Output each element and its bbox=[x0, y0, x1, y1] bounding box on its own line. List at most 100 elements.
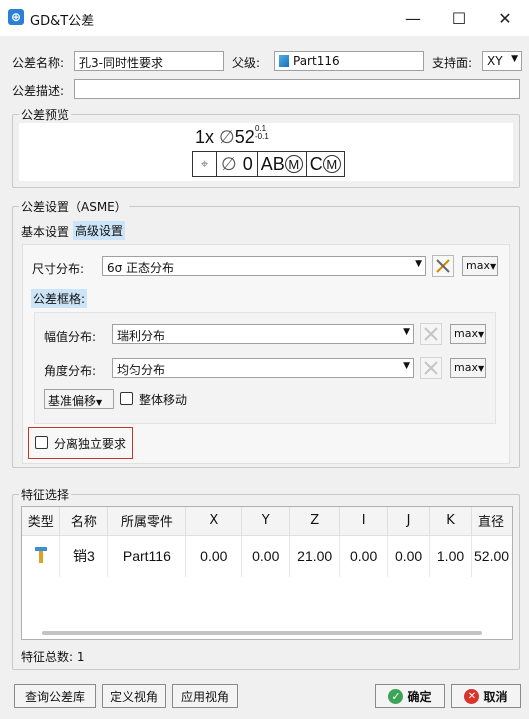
col-diameter[interactable]: 直径 bbox=[471, 507, 512, 536]
tools-icon[interactable] bbox=[432, 255, 454, 277]
preview-group: 公差预览 1x ∅52 0.1 -0.1 ⌖ ∅ 0 ABM CM bbox=[12, 106, 520, 188]
features-title: 特征选择 bbox=[19, 486, 72, 503]
angle-select[interactable]: 均匀分布 ▼ bbox=[112, 358, 414, 378]
col-type[interactable]: 类型 bbox=[22, 507, 61, 536]
cell-x: 0.00 bbox=[185, 535, 243, 577]
cm-m: M bbox=[322, 155, 341, 173]
frame-value: 0 bbox=[242, 153, 253, 174]
col-j[interactable]: J bbox=[387, 507, 431, 536]
cancel-button[interactable]: ✕ 取消 bbox=[451, 684, 521, 708]
col-z[interactable]: Z bbox=[289, 507, 341, 536]
datum-offset-button[interactable]: 基准偏移▼ bbox=[44, 389, 114, 409]
frame-diameter: ∅ bbox=[221, 153, 237, 174]
cell-k: 1.00 bbox=[429, 535, 472, 577]
amp-value: 瑞利分布 bbox=[117, 329, 166, 343]
desc-label: 公差描述: bbox=[12, 84, 65, 98]
datum-modifier-m: M bbox=[284, 155, 303, 173]
feature-count: 特征总数: 1 bbox=[21, 650, 85, 664]
ok-button[interactable]: ✓ 确定 bbox=[375, 684, 445, 708]
col-i[interactable]: I bbox=[339, 507, 389, 536]
title-bar: ⊕ GD&T公差 — ☐ ✕ bbox=[0, 0, 529, 36]
size-dist-select[interactable]: 6σ 正态分布 ▼ bbox=[102, 256, 426, 276]
desc-field[interactable] bbox=[74, 79, 520, 99]
datum-b: B bbox=[272, 153, 285, 174]
datum-cell: ABM bbox=[258, 152, 307, 176]
ok-label: 确定 bbox=[407, 689, 432, 704]
chevron-down-icon: ▼ bbox=[477, 330, 485, 339]
preview-canvas: 1x ∅52 0.1 -0.1 ⌖ ∅ 0 ABM CM bbox=[19, 123, 513, 181]
parent-label: 父级: bbox=[232, 56, 261, 70]
lower-tolerance: -0.1 bbox=[255, 132, 269, 141]
apply-view-button[interactable]: 应用视角 bbox=[172, 684, 238, 708]
feature-control-frame: ⌖ ∅ 0 ABM CM bbox=[192, 151, 345, 177]
angle-label: 角度分布: bbox=[44, 364, 97, 378]
tab-basic[interactable]: 基本设置 bbox=[21, 223, 69, 240]
query-library-button[interactable]: 查询公差库 bbox=[14, 684, 96, 708]
window-title: GD&T公差 bbox=[30, 14, 95, 29]
define-view-button[interactable]: 定义视角 bbox=[102, 684, 166, 708]
horizontal-scrollbar[interactable] bbox=[42, 631, 482, 635]
diameter-symbol: ∅ bbox=[219, 127, 235, 147]
cell-z: 21.00 bbox=[289, 535, 341, 577]
cancel-icon: ✕ bbox=[464, 688, 480, 704]
close-button[interactable]: ✕ bbox=[482, 0, 528, 36]
col-part[interactable]: 所属零件 bbox=[107, 507, 187, 536]
col-name[interactable]: 名称 bbox=[59, 507, 109, 536]
maximize-button[interactable]: ☐ bbox=[436, 0, 482, 36]
cell-y: 0.00 bbox=[241, 535, 291, 577]
cm-cell: CM bbox=[307, 152, 344, 176]
tools-icon[interactable] bbox=[420, 323, 442, 345]
separate-req-label: 分离独立要求 bbox=[54, 437, 127, 451]
app-icon: ⊕ bbox=[8, 9, 24, 25]
settings-title: 公差设置（ASME） bbox=[19, 198, 129, 215]
size-dist-label: 尺寸分布: bbox=[32, 262, 85, 276]
cell-i: 0.00 bbox=[339, 535, 389, 577]
move-whole-checkbox[interactable] bbox=[120, 392, 133, 405]
cancel-label: 取消 bbox=[483, 689, 508, 704]
support-label: 支持面: bbox=[432, 56, 473, 70]
col-y[interactable]: Y bbox=[241, 507, 291, 536]
cell-j: 0.00 bbox=[387, 535, 431, 577]
col-k[interactable]: K bbox=[429, 507, 472, 536]
support-select[interactable]: XY ▼ bbox=[482, 51, 522, 71]
preview-title: 公差预览 bbox=[19, 106, 72, 123]
part-icon bbox=[279, 55, 289, 67]
chevron-down-icon: ▼ bbox=[403, 327, 410, 337]
size-dist-mode-text: max bbox=[466, 259, 490, 272]
cell-name: 销3 bbox=[59, 535, 109, 577]
cm-c: C bbox=[309, 153, 323, 174]
tools-icon[interactable] bbox=[420, 357, 442, 379]
tolerance-stack: 0.1 -0.1 bbox=[255, 125, 269, 141]
col-x[interactable]: X bbox=[185, 507, 243, 536]
size-dist-value: 6σ 正态分布 bbox=[107, 261, 175, 275]
feature-table: 类型 名称 所属零件 X Y Z I J K 直径 销3 Part116 0.0… bbox=[21, 506, 513, 640]
name-label: 公差名称: bbox=[12, 56, 65, 70]
chevron-down-icon: ▼ bbox=[96, 398, 103, 407]
tab-advanced[interactable]: 高级设置 bbox=[73, 221, 126, 240]
angle-mode[interactable]: max▼ bbox=[450, 358, 486, 378]
name-field[interactable]: 孔3-同时性要求 bbox=[74, 51, 224, 71]
size-dist-mode[interactable]: max▼ bbox=[462, 256, 498, 276]
minimize-button[interactable]: — bbox=[390, 0, 436, 36]
cell-part: Part116 bbox=[107, 535, 187, 577]
support-value: XY bbox=[487, 54, 503, 68]
move-whole-label: 整体移动 bbox=[139, 393, 188, 407]
count-prefix: 1x bbox=[195, 127, 215, 147]
datum-offset-text: 基准偏移 bbox=[48, 394, 97, 408]
chevron-down-icon: ▼ bbox=[511, 54, 518, 64]
chevron-down-icon: ▼ bbox=[489, 262, 497, 271]
amp-mode[interactable]: max▼ bbox=[450, 324, 486, 344]
amp-select[interactable]: 瑞利分布 ▼ bbox=[112, 324, 414, 344]
position-icon: ⌖ bbox=[193, 152, 217, 176]
dimension-text: 1x ∅52 bbox=[195, 127, 255, 148]
chevron-down-icon: ▼ bbox=[477, 364, 485, 373]
cell-diameter: 52.00 bbox=[471, 535, 512, 577]
separate-req-checkbox[interactable] bbox=[35, 436, 48, 449]
parent-field[interactable]: Part116 bbox=[274, 51, 424, 71]
amp-label: 幅值分布: bbox=[44, 330, 97, 344]
pin-icon bbox=[22, 535, 61, 577]
table-row[interactable]: 销3 Part116 0.00 0.00 21.00 0.00 0.00 1.0… bbox=[22, 535, 512, 577]
frame-label: 公差框格: bbox=[31, 289, 88, 308]
angle-mode-text: max bbox=[454, 361, 478, 374]
chevron-down-icon: ▼ bbox=[415, 259, 422, 269]
